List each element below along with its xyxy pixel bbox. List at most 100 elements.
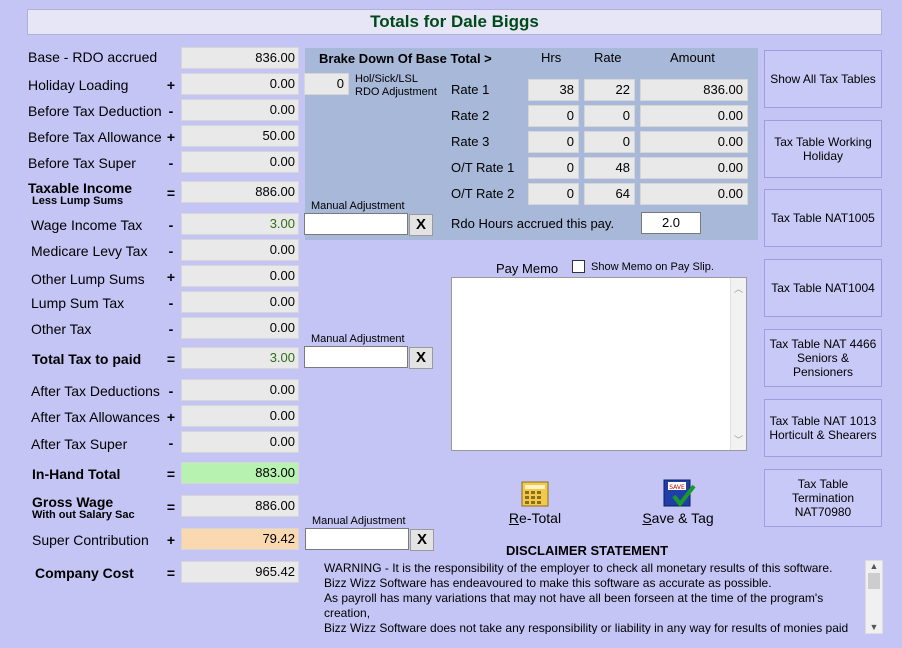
save-and-tag-button[interactable]: Save & Tag	[638, 510, 718, 526]
label-after-tax-super: After Tax Super	[31, 436, 128, 452]
header-hrs: Hrs	[541, 50, 562, 65]
value-gross-wage[interactable]: 886.00	[181, 495, 299, 517]
value-medicare-levy-tax[interactable]: 0.00	[181, 239, 299, 261]
op-holiday-loading: +	[166, 77, 176, 93]
value-super-contribution[interactable]: 79.42	[181, 528, 299, 550]
op-after-tax-deductions: -	[168, 383, 174, 399]
scroll-thumb[interactable]	[868, 573, 880, 589]
scroll-up-icon[interactable]: ▲	[866, 561, 882, 571]
value-lump-sum-tax[interactable]: 0.00	[181, 291, 299, 313]
op-before-tax-super: -	[168, 155, 174, 171]
save-icon[interactable]: SAVE	[662, 478, 696, 510]
label-other-tax: Other Tax	[31, 321, 92, 337]
ot-rate-2-rate[interactable]: 64	[584, 183, 635, 205]
value-after-tax-super[interactable]: 0.00	[181, 431, 299, 453]
rate-2-amount[interactable]: 0.00	[640, 105, 748, 127]
value-holiday-loading[interactable]: 0.00	[181, 73, 299, 95]
manual-adjustment-super-input[interactable]	[305, 528, 409, 550]
show-memo-checkbox[interactable]	[572, 260, 585, 273]
label-company-cost: Company Cost	[35, 565, 134, 581]
pay-memo-label: Pay Memo	[496, 261, 559, 276]
clear-super-adjustment-button[interactable]: X	[410, 529, 434, 551]
rate-3-amount[interactable]: 0.00	[640, 131, 748, 153]
rate-1-hrs[interactable]: 38	[528, 79, 579, 101]
disclaimer-textbox[interactable]: WARNING - It is the responsibility of th…	[321, 560, 883, 634]
rate-2-hrs[interactable]: 0	[528, 105, 579, 127]
calculator-icon[interactable]	[520, 480, 550, 508]
sublabel-without-salary-sac: With out Salary Sac	[32, 509, 135, 521]
sublabel-less-lump-sums: Less Lump Sums	[32, 195, 124, 207]
disclaimer-line: As payroll has many variations that may …	[324, 591, 824, 620]
totals-window: { "window": { "title": "Totals for Dale …	[0, 0, 902, 648]
manual-adjustment-total-tax-input[interactable]	[304, 346, 408, 368]
disclaimer-scrollbar[interactable]: ▲ ▼	[865, 560, 883, 634]
disclaimer-line: Bizz Wizz Software does not take any res…	[324, 621, 849, 634]
op-lump-sum-tax: -	[168, 295, 174, 311]
rate-1-amount[interactable]: 836.00	[640, 79, 748, 101]
disclaimer-title: DISCLAIMER STATEMENT	[506, 543, 669, 558]
label-in-hand-total: In-Hand Total	[32, 466, 121, 482]
op-super-contribution: +	[166, 532, 176, 548]
tax-table-nat1004-button[interactable]: Tax Table NAT1004	[764, 259, 882, 317]
op-wage-income-tax: -	[168, 217, 174, 233]
retotal-label: e-Total	[519, 510, 562, 526]
tax-table-termination-button[interactable]: Tax Table Termination NAT70980	[764, 469, 882, 527]
op-before-tax-deduction: -	[168, 103, 174, 119]
rate-3-label: Rate 3	[451, 134, 490, 149]
window-title: Totals for Dale Biggs	[27, 9, 882, 35]
label-gross-wage: Gross Wage	[32, 494, 114, 510]
clear-total-tax-adjustment-button[interactable]: X	[409, 347, 433, 369]
save-icon-text: SAVE	[669, 484, 685, 491]
op-in-hand-total: =	[166, 466, 176, 482]
scroll-down-icon[interactable]: ▼	[866, 622, 882, 632]
manual-adjustment-tax-input[interactable]	[304, 213, 408, 235]
ot-rate-1-amount[interactable]: 0.00	[640, 157, 748, 179]
save-hotkey: S	[642, 510, 652, 526]
rate-3-rate[interactable]: 0	[584, 131, 635, 153]
ot-rate-2-amount[interactable]: 0.00	[640, 183, 748, 205]
value-before-tax-allowance[interactable]: 50.00	[181, 125, 299, 147]
value-company-cost[interactable]: 965.42	[181, 561, 299, 583]
ot-rate-2-label: O/T Rate 2	[451, 186, 515, 201]
tax-table-nat1005-button[interactable]: Tax Table NAT1005	[764, 189, 882, 247]
memo-scrollbar[interactable]: ︿ ﹀	[730, 278, 746, 450]
value-taxable-income[interactable]: 886.00	[181, 181, 299, 203]
op-other-tax: -	[168, 321, 174, 337]
rdo-hours-input[interactable]: 2.0	[641, 212, 701, 234]
value-after-tax-deductions[interactable]: 0.00	[181, 379, 299, 401]
rate-1-label: Rate 1	[451, 82, 490, 97]
hol-sick-rdo-adjustment-input[interactable]: 0	[304, 73, 349, 95]
scroll-down-icon[interactable]: ﹀	[731, 433, 746, 446]
ot-rate-1-rate[interactable]: 48	[584, 157, 635, 179]
manual-adjustment-label-total-tax: Manual Adjustment	[311, 333, 405, 345]
value-before-tax-deduction[interactable]: 0.00	[181, 99, 299, 121]
value-after-tax-allowances[interactable]: 0.00	[181, 405, 299, 427]
pay-memo-textarea[interactable]: ︿ ﹀	[451, 277, 747, 451]
label-other-lump-sums: Other Lump Sums	[31, 271, 145, 287]
clear-tax-adjustment-button[interactable]: X	[409, 214, 433, 236]
hol-sick-label: Hol/Sick/LSL	[355, 73, 418, 85]
scroll-up-icon[interactable]: ︿	[731, 282, 746, 295]
disclaimer-line: WARNING - It is the responsibility of th…	[324, 561, 833, 575]
ot-rate-2-hrs[interactable]: 0	[528, 183, 579, 205]
rate-2-rate[interactable]: 0	[584, 105, 635, 127]
value-other-lump-sums[interactable]: 0.00	[181, 265, 299, 287]
tax-table-nat4466-button[interactable]: Tax Table NAT 4466 Seniors & Pensioners	[764, 329, 882, 387]
ot-rate-1-hrs[interactable]: 0	[528, 157, 579, 179]
rate-3-hrs[interactable]: 0	[528, 131, 579, 153]
value-in-hand-total[interactable]: 883.00	[181, 462, 299, 484]
rate-2-label: Rate 2	[451, 108, 490, 123]
tax-table-nat1013-button[interactable]: Tax Table NAT 1013 Horticult & Shearers	[764, 399, 882, 457]
value-before-tax-super[interactable]: 0.00	[181, 151, 299, 173]
value-other-tax[interactable]: 0.00	[181, 317, 299, 339]
show-all-tax-tables-button[interactable]: Show All Tax Tables	[764, 50, 882, 108]
value-total-tax[interactable]: 3.00	[181, 347, 299, 369]
label-base-rdo: Base - RDO accrued	[28, 49, 158, 65]
value-wage-income-tax[interactable]: 3.00	[181, 213, 299, 235]
tax-table-working-holiday-button[interactable]: Tax Table Working Holiday	[764, 120, 882, 178]
disclaimer-text: WARNING - It is the responsibility of th…	[324, 561, 861, 634]
op-gross-wage: =	[166, 499, 176, 515]
retotal-button[interactable]: Re-Total	[497, 510, 573, 526]
rate-1-rate[interactable]: 22	[584, 79, 635, 101]
value-base-rdo[interactable]: 836.00	[181, 47, 299, 69]
